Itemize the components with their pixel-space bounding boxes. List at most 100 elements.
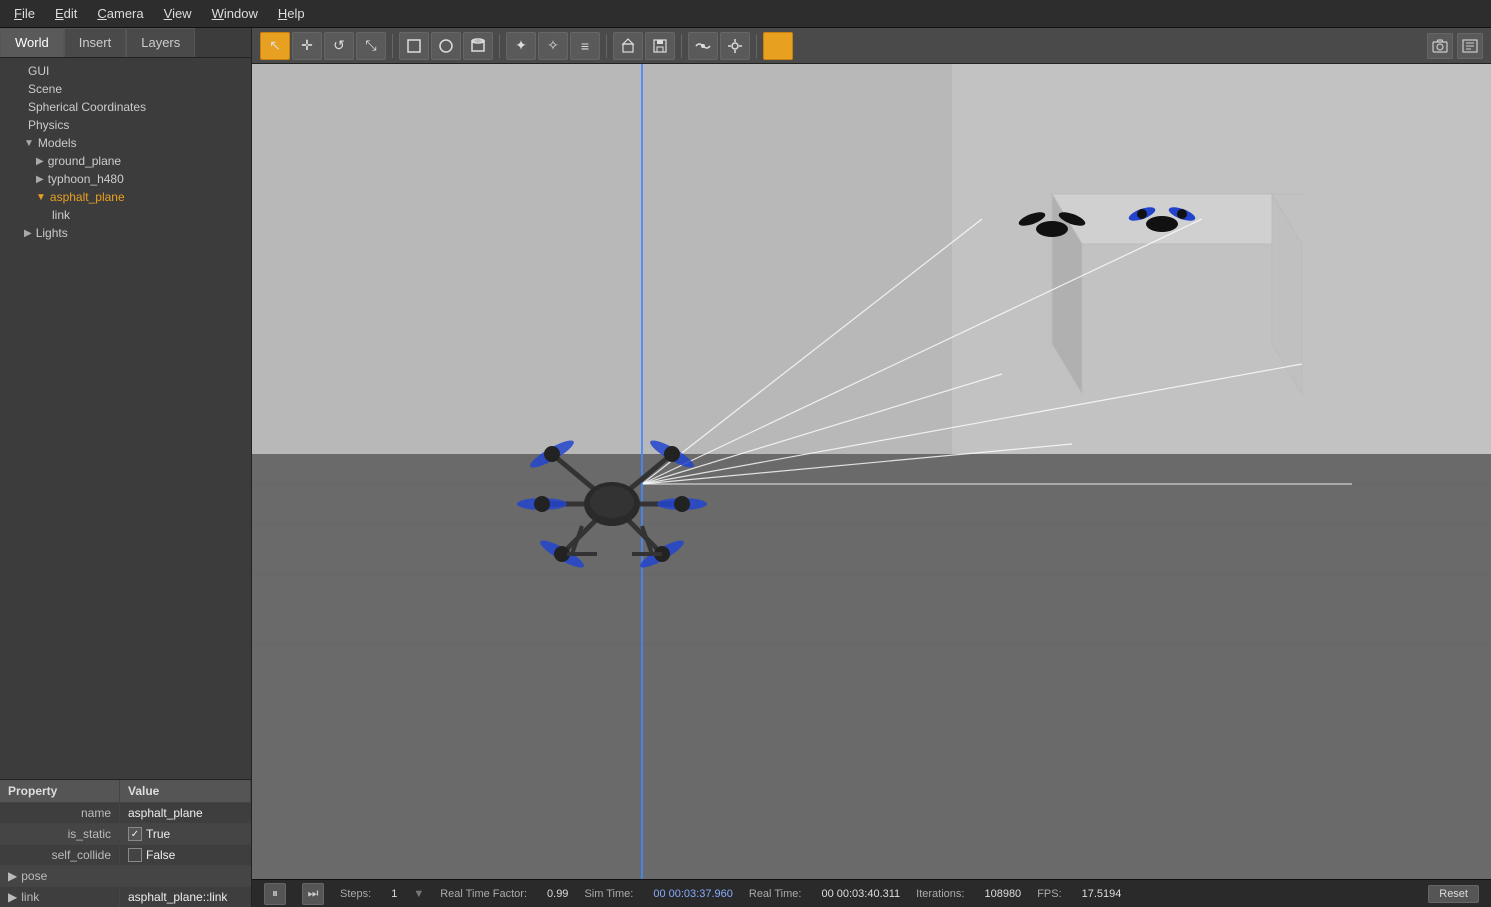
prop-value-pose [120, 873, 251, 879]
box-icon [406, 38, 422, 54]
menu-help[interactable]: Help [268, 4, 315, 23]
sep-5 [756, 34, 757, 58]
menu-file[interactable]: File [4, 4, 45, 23]
toolbar-right [1427, 33, 1483, 59]
simtime-value: 00 00:03:37.960 [653, 888, 733, 900]
tree-asphalt-plane[interactable]: ▼ asphalt_plane [0, 188, 251, 206]
prop-row-self-collide: self_collide False [0, 844, 251, 865]
tool-rotate[interactable]: ↺ [324, 32, 354, 60]
screenshot-icon [1432, 39, 1448, 53]
tree-gui[interactable]: GUI [0, 62, 251, 80]
tool-cylinder[interactable] [463, 32, 493, 60]
iterations-value: 108980 [984, 888, 1021, 900]
prop-value-self-collide[interactable]: False [120, 845, 251, 865]
properties-panel: Property Value name asphalt_plane is_sta… [0, 779, 251, 907]
screenshot-button[interactable] [1427, 33, 1453, 59]
color-icon [771, 39, 785, 53]
plugin-icon [727, 38, 743, 54]
prop-value-name: asphalt_plane [120, 803, 251, 823]
world-tree: GUI Scene Spherical Coordinates Physics … [0, 58, 251, 779]
prop-label-link: ▶ link [0, 887, 120, 907]
menu-view[interactable]: View [154, 4, 202, 23]
menu-window[interactable]: Window [202, 4, 268, 23]
simtime-label: Sim Time: [584, 888, 633, 900]
pause-button[interactable]: ⏸ [264, 883, 286, 905]
expand-arrow-pose: ▶ [8, 869, 17, 883]
tree-arrow-lights: ▶ [24, 228, 32, 239]
prop-row-pose[interactable]: ▶ pose [0, 865, 251, 886]
menu-edit[interactable]: Edit [45, 4, 87, 23]
tree-ground-plane[interactable]: ▶ ground_plane [0, 152, 251, 170]
main-layout: World Insert Layers GUI Scene Spherical … [0, 28, 1491, 907]
prop-col-value: Value [120, 780, 251, 802]
tab-insert[interactable]: Insert [64, 28, 127, 57]
prop-value-link: asphalt_plane::link [120, 887, 251, 907]
tree-spherical-coordinates[interactable]: Spherical Coordinates [0, 98, 251, 116]
steps-label: Steps: [340, 888, 371, 900]
tree-link[interactable]: link [0, 206, 251, 224]
prop-row-name: name asphalt_plane [0, 802, 251, 823]
tool-model-insert[interactable] [613, 32, 643, 60]
statusbar: ⏸ ⏭ Steps: 1 ▼ Real Time Factor: 0.99 Si… [252, 879, 1491, 907]
scene-viewport-svg [252, 64, 1491, 879]
tool-light-dir[interactable]: ≡ [570, 32, 600, 60]
cylinder-icon [471, 38, 485, 54]
prop-value-is-static[interactable]: ✓ True [120, 824, 251, 844]
realtime-value: 00 00:03:40.311 [821, 888, 900, 900]
tree-arrow-typhoon: ▶ [36, 174, 44, 185]
tree-arrow-models: ▼ [24, 138, 34, 149]
tool-scale[interactable]: ⤡ [356, 32, 386, 60]
tab-bar: World Insert Layers [0, 28, 251, 58]
sphere-icon [438, 38, 454, 54]
tool-box[interactable] [399, 32, 429, 60]
log-button[interactable] [1457, 33, 1483, 59]
tab-layers[interactable]: Layers [126, 28, 195, 57]
tool-joint[interactable] [688, 32, 718, 60]
realtime-label: Real Time: [749, 888, 802, 900]
iterations-label: Iterations: [916, 888, 964, 900]
joint-icon [694, 38, 712, 54]
tool-model-save[interactable] [645, 32, 675, 60]
tree-physics[interactable]: Physics [0, 116, 251, 134]
prop-label-pose: ▶ pose [0, 866, 120, 886]
checkbox-self-collide[interactable] [128, 848, 142, 862]
model-insert-icon [620, 38, 636, 54]
expand-arrow-link: ▶ [8, 890, 17, 904]
viewport[interactable] [252, 64, 1491, 879]
tool-light-spot[interactable]: ✧ [538, 32, 568, 60]
prop-label-self-collide: self_collide [0, 845, 120, 865]
tree-arrow-ground-plane: ▶ [36, 156, 44, 167]
sep-2 [499, 34, 500, 58]
menubar: File Edit Camera View Window Help [0, 0, 1491, 28]
prop-label-name: name [0, 803, 120, 823]
fps-value: 17.5194 [1082, 888, 1122, 900]
menu-camera[interactable]: Camera [87, 4, 153, 23]
tool-translate[interactable]: ✛ [292, 32, 322, 60]
tool-light-point[interactable]: ✦ [506, 32, 536, 60]
model-save-icon [652, 38, 668, 54]
sep-4 [681, 34, 682, 58]
toolbar: ↖ ✛ ↺ ⤡ ✦ ✧ ≡ [252, 28, 1491, 64]
step-button[interactable]: ⏭ [302, 883, 324, 905]
tree-scene[interactable]: Scene [0, 80, 251, 98]
tree-typhoon[interactable]: ▶ typhoon_h480 [0, 170, 251, 188]
prop-row-link[interactable]: ▶ link asphalt_plane::link [0, 886, 251, 907]
log-icon [1462, 39, 1478, 53]
tree-models[interactable]: ▼ Models [0, 134, 251, 152]
properties-header: Property Value [0, 780, 251, 802]
reset-button[interactable]: Reset [1428, 885, 1479, 903]
tab-world[interactable]: World [0, 28, 64, 57]
right-area: ↖ ✛ ↺ ⤡ ✦ ✧ ≡ [252, 28, 1491, 907]
tool-sphere[interactable] [431, 32, 461, 60]
checkbox-is-static[interactable]: ✓ [128, 827, 142, 841]
tool-color[interactable] [763, 32, 793, 60]
steps-value: 1 [391, 888, 397, 900]
tool-select[interactable]: ↖ [260, 32, 290, 60]
prop-row-is-static: is_static ✓ True [0, 823, 251, 844]
tree-lights[interactable]: ▶ Lights [0, 224, 251, 242]
prop-label-is-static: is_static [0, 824, 120, 844]
tool-plugin[interactable] [720, 32, 750, 60]
fps-label: FPS: [1037, 888, 1061, 900]
rtf-label: Real Time Factor: [440, 888, 527, 900]
rtf-value: 0.99 [547, 888, 568, 900]
